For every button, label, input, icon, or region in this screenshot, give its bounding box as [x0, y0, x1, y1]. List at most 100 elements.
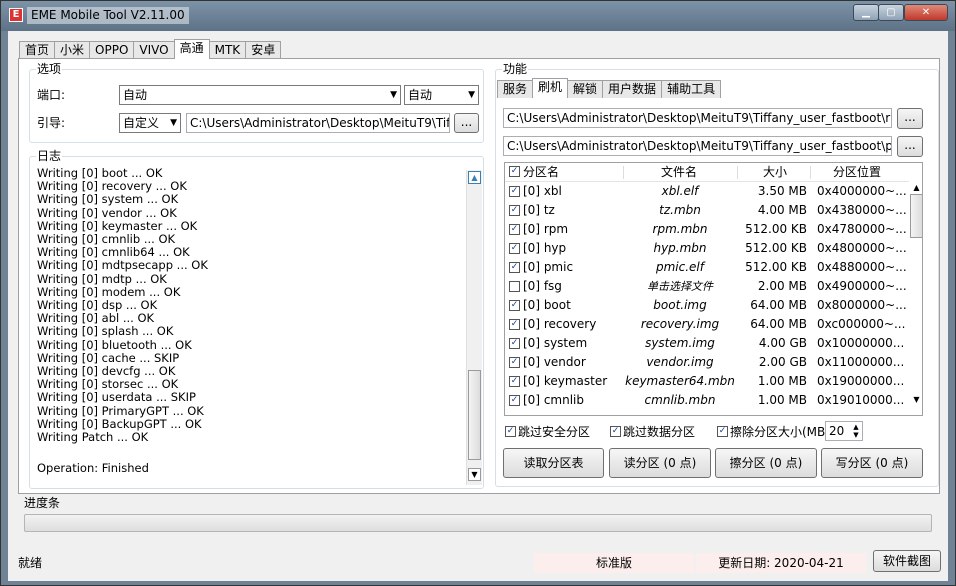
- table-row[interactable]: ✓ [0] system system.img 4.00 GB 0x10000000..…: [505, 334, 909, 353]
- row-checkbox[interactable]: ✓: [509, 395, 520, 406]
- file-name-cell[interactable]: cmnlib.mbn: [623, 391, 737, 410]
- patch-browse-button[interactable]: ...: [897, 136, 923, 157]
- file-name-cell[interactable]: 单击选择文件: [623, 277, 737, 296]
- table-row[interactable]: ✓ [0] rpm rpm.mbn 512.00 KB 0x4780000~...: [505, 220, 909, 239]
- partition-name-cell: [0] system: [523, 336, 588, 350]
- boot-browse-button[interactable]: ...: [454, 113, 479, 133]
- file-name-cell[interactable]: boot.img: [623, 296, 737, 315]
- row-checkbox[interactable]: [509, 281, 520, 292]
- row-checkbox[interactable]: ✓: [509, 338, 520, 349]
- progress-label: 进度条: [24, 496, 61, 510]
- file-name-cell[interactable]: hyp.mbn: [623, 239, 737, 258]
- row-checkbox[interactable]: ✓: [509, 376, 520, 387]
- log-line: Writing [0] mdtp ... OK: [37, 271, 167, 286]
- scroll-down-icon[interactable]: ▼: [910, 394, 922, 407]
- table-row[interactable]: ✓ [0] pmic pmic.elf 512.00 KB 0x4880000~...: [505, 258, 909, 277]
- location-cell: 0x4880000~...: [817, 260, 907, 274]
- table-row[interactable]: ✓ [0] tz tz.mbn 4.00 MB 0x4380000~...: [505, 201, 909, 220]
- erase-size-spinner[interactable]: 20 ▲ ▼: [825, 421, 863, 441]
- partition-name-cell: [0] xbl: [523, 184, 562, 198]
- tab-home[interactable]: 首页: [19, 41, 56, 59]
- select-all-checkbox[interactable]: ✓: [509, 166, 520, 177]
- log-line: Writing [0] PrimaryGPT ... OK: [37, 403, 204, 418]
- tab-android[interactable]: 安卓: [245, 41, 282, 59]
- log-scrollbar[interactable]: ▲ ▼: [466, 170, 482, 485]
- table-row[interactable]: ✓ [0] xbl xbl.elf 3.50 MB 0x4000000~...: [505, 182, 909, 201]
- row-checkbox[interactable]: ✓: [509, 300, 520, 311]
- skip-secure-checkbox[interactable]: ✓: [505, 426, 516, 437]
- tab-user-data[interactable]: 用户数据: [602, 80, 663, 98]
- row-checkbox[interactable]: ✓: [509, 224, 520, 235]
- patch-path-input[interactable]: C:\Users\Administrator\Desktop\MeituT9\T…: [503, 136, 892, 156]
- maximize-button[interactable]: ▢: [878, 4, 904, 21]
- function-tab-strip: 服务 刷机 解锁 用户数据 辅助工具: [497, 78, 722, 98]
- row-checkbox[interactable]: ✓: [509, 357, 520, 368]
- row-checkbox[interactable]: ✓: [509, 262, 520, 273]
- log-scroll-thumb[interactable]: [468, 370, 481, 460]
- table-row[interactable]: [0] fsg 单击选择文件 2.00 MB 0x4900000~...: [505, 277, 909, 296]
- boot-mode-select[interactable]: 自定义 ▼: [119, 113, 181, 133]
- file-name-cell[interactable]: system.img: [623, 334, 737, 353]
- file-name-cell[interactable]: keymaster64.mbn: [623, 372, 737, 391]
- spinner-arrows-icon[interactable]: ▲ ▼: [851, 423, 861, 439]
- skip-data-checkbox[interactable]: ✓: [610, 426, 621, 437]
- log-final-status: Operation: Finished: [37, 461, 149, 475]
- erase-partition-button[interactable]: 擦分区 (0 点): [715, 448, 817, 478]
- tab-flash[interactable]: 刷机: [532, 78, 569, 98]
- tab-aux-tools[interactable]: 辅助工具: [661, 80, 722, 98]
- title-bar[interactable]: E EME Mobile Tool V2.11.00 ▁ ▢ ✕: [1, 1, 955, 31]
- tab-vivo[interactable]: VIVO: [133, 41, 175, 59]
- scroll-up-icon[interactable]: ▲: [468, 171, 481, 184]
- file-name-cell[interactable]: recovery.img: [623, 315, 737, 334]
- read-partition-table-button[interactable]: 读取分区表: [503, 448, 604, 478]
- location-cell: 0x19010000...: [817, 393, 905, 407]
- partition-name-cell: [0] fsg: [523, 279, 562, 293]
- header-file-name: 文件名: [661, 165, 698, 179]
- file-name-cell[interactable]: xbl.elf: [623, 182, 737, 201]
- file-name-cell[interactable]: tz.mbn: [623, 201, 737, 220]
- tab-oppo[interactable]: OPPO: [89, 41, 135, 59]
- tab-xiaomi[interactable]: 小米: [54, 41, 91, 59]
- partition-scrollbar[interactable]: ▲ ▼: [909, 182, 922, 415]
- row-checkbox[interactable]: ✓: [509, 243, 520, 254]
- file-name-cell[interactable]: vendor.img: [623, 353, 737, 372]
- write-partition-button[interactable]: 写分区 (0 点): [821, 448, 923, 478]
- size-cell: 2.00 MB: [757, 279, 807, 293]
- tab-qualcomm[interactable]: 高通: [173, 39, 210, 59]
- tab-unlock[interactable]: 解锁: [567, 80, 604, 98]
- boot-path-input[interactable]: C:\Users\Administrator\Desktop\MeituT9\T…: [186, 113, 450, 133]
- rawprogram-path-input[interactable]: C:\Users\Administrator\Desktop\MeituT9\T…: [503, 108, 892, 128]
- boot-mode-value: 自定义: [123, 116, 160, 130]
- row-checkbox[interactable]: ✓: [509, 319, 520, 330]
- scroll-down-icon[interactable]: ▼: [468, 468, 481, 481]
- table-row[interactable]: ✓ [0] keymaster keymaster64.mbn 1.00 MB 0x19…: [505, 372, 909, 391]
- tab-mtk[interactable]: MTK: [208, 41, 247, 59]
- port-mode-select[interactable]: 自动 ▼: [404, 85, 479, 105]
- partition-name-cell: [0] keymaster: [523, 374, 608, 388]
- table-row[interactable]: ✓ [0] cmnlib cmnlib.mbn 1.00 MB 0x19010000..…: [505, 391, 909, 410]
- row-checkbox[interactable]: ✓: [509, 186, 520, 197]
- table-row[interactable]: ✓ [0] recovery recovery.img 64.00 MB 0xc0000…: [505, 315, 909, 334]
- table-row[interactable]: ✓ [0] hyp hyp.mbn 512.00 KB 0x4800000~...: [505, 239, 909, 258]
- minimize-button[interactable]: ▁: [853, 4, 879, 21]
- file-name-cell[interactable]: rpm.mbn: [623, 220, 737, 239]
- location-cell: 0x19000000...: [817, 374, 905, 388]
- read-partition-button[interactable]: 读分区 (0 点): [609, 448, 711, 478]
- boot-label: 引导:: [37, 116, 66, 130]
- table-row[interactable]: ✓ [0] vendor vendor.img 2.00 GB 0x11000000..…: [505, 353, 909, 372]
- log-line: Writing [0] bluetooth ... OK: [37, 337, 192, 352]
- rawprogram-browse-button[interactable]: ...: [897, 108, 923, 129]
- screenshot-button[interactable]: 软件截图: [873, 550, 941, 572]
- close-button[interactable]: ✕: [904, 4, 948, 21]
- port-select[interactable]: 自动 ▼: [119, 85, 401, 105]
- row-checkbox[interactable]: ✓: [509, 205, 520, 216]
- partition-scroll-thumb[interactable]: [910, 194, 922, 238]
- file-name-cell[interactable]: pmic.elf: [623, 258, 737, 277]
- tab-service[interactable]: 服务: [497, 80, 534, 98]
- erase-size-checkbox[interactable]: ✓: [717, 426, 728, 437]
- size-cell: 4.00 MB: [757, 203, 807, 217]
- log-line: Writing [0] userdata ... SKIP: [37, 390, 196, 405]
- table-row[interactable]: ✓ [0] boot boot.img 64.00 MB 0x8000000~...: [505, 296, 909, 315]
- partition-name-cell: [0] recovery: [523, 317, 597, 331]
- partition-name-cell: [0] hyp: [523, 241, 567, 255]
